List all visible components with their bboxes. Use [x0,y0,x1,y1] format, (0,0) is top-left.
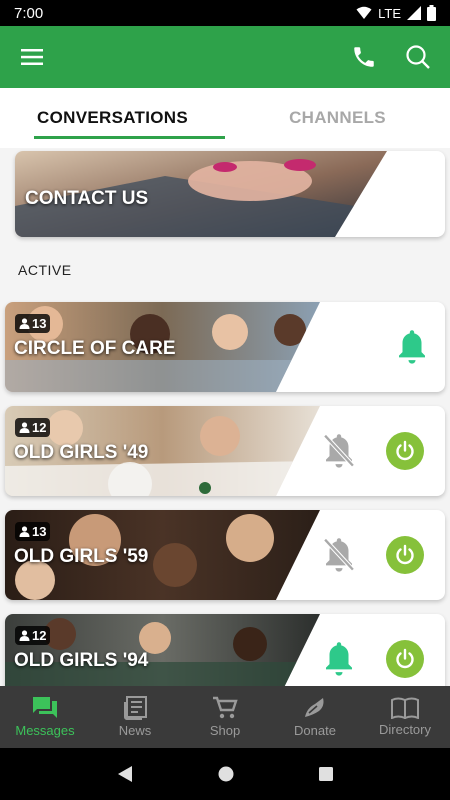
bell-off-icon[interactable] [320,536,358,574]
person-icon [19,318,30,329]
power-icon [396,648,414,669]
group-card[interactable]: 13 OLD GIRLS '59 [5,510,445,600]
tab-indicator [34,136,225,139]
cart-icon [213,696,238,719]
person-icon [19,630,30,641]
power-icon [396,440,414,461]
tab-bar: CONVERSATIONS CHANNELS [0,88,450,148]
system-nav-bar [0,748,450,800]
status-icons: LTE [356,5,436,21]
bottom-nav: Messages News Shop Donate Directory [0,686,450,748]
home-icon[interactable] [217,765,235,783]
nav-item-donate[interactable]: Donate [270,686,360,748]
power-icon [396,544,414,565]
contact-us-title: CONTACT US [25,188,149,209]
tab-channels[interactable]: CHANNELS [225,88,450,148]
nav-item-shop[interactable]: Shop [180,686,270,748]
bell-off-icon[interactable] [320,432,358,470]
contact-us-card[interactable]: CONTACT US [15,151,445,237]
member-count: 12 [32,628,47,643]
battery-icon [427,5,436,21]
tab-conversations[interactable]: CONVERSATIONS [0,88,225,148]
tab-conversations-label: CONVERSATIONS [37,108,188,127]
back-icon[interactable] [116,765,134,783]
news-icon [124,696,147,720]
nav-label: News [118,723,152,738]
phone-icon[interactable] [344,37,384,77]
group-title: OLD GIRLS '49 [14,442,149,463]
nav-label: Shop [209,723,241,738]
member-count-badge: 12 [15,626,51,645]
wifi-icon [356,6,372,19]
group-title: OLD GIRLS '94 [14,650,149,671]
nav-label: Messages [15,723,75,738]
nav-item-directory[interactable]: Directory [360,686,450,748]
network-label: LTE [378,5,401,21]
group-title: OLD GIRLS '59 [14,546,149,567]
app-bar [0,26,450,88]
recents-icon[interactable] [318,766,334,782]
status-time: 7:00 [14,4,44,22]
member-count-badge: 12 [15,418,51,437]
signal-icon [407,6,421,20]
nav-label: Directory [378,722,431,737]
tab-channels-label: CHANNELS [289,108,386,127]
member-count: 13 [32,524,47,539]
messages-icon [33,697,57,718]
member-count: 12 [32,420,47,435]
group-card[interactable]: 13 CIRCLE OF CARE [5,302,445,392]
search-icon[interactable] [398,37,438,77]
power-button[interactable] [386,536,424,574]
power-button[interactable] [386,640,424,678]
book-icon [391,697,419,719]
menu-icon[interactable] [12,37,52,77]
donate-icon [305,698,324,717]
group-title: CIRCLE OF CARE [14,338,176,359]
nav-item-messages[interactable]: Messages [0,686,90,748]
nav-label: Donate [294,723,336,738]
section-label-active: ACTIVE [18,262,72,278]
bell-icon[interactable] [320,640,358,678]
group-card[interactable]: 12 OLD GIRLS '49 [5,406,445,496]
bell-icon[interactable] [393,328,431,366]
member-count-badge: 13 [15,314,51,333]
status-bar: 7:00 LTE [0,0,450,26]
power-button[interactable] [386,432,424,470]
person-icon [19,422,30,433]
person-icon [19,526,30,537]
nav-item-news[interactable]: News [90,686,180,748]
member-count-badge: 13 [15,522,51,541]
member-count: 13 [32,316,47,331]
